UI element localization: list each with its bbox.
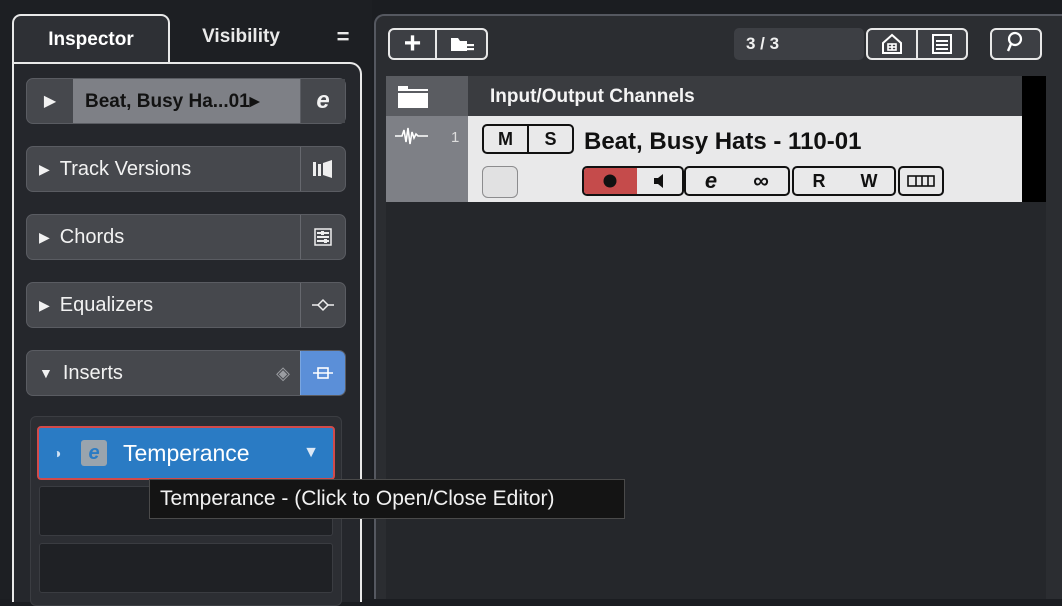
folder-track-name[interactable]: Input/Output Channels	[490, 86, 695, 108]
search-icon[interactable]	[1006, 31, 1026, 58]
automation-rw-group[interactable]: R W	[792, 166, 896, 196]
track-versions-icon[interactable]	[300, 147, 345, 191]
chevron-right-icon: ▶	[39, 296, 50, 313]
insert-plugin-name[interactable]: Temperance	[123, 440, 303, 467]
tab-visibility[interactable]: Visibility	[178, 14, 304, 60]
track-color-strip	[1022, 116, 1046, 202]
section-chords[interactable]: ▶ Chords	[26, 214, 346, 260]
record-monitor-group[interactable]	[582, 166, 684, 196]
play-icon[interactable]: ▶	[27, 79, 73, 123]
view-options-group[interactable]	[866, 28, 968, 60]
section-label: Inserts	[62, 361, 123, 384]
section-label: Track Versions	[59, 157, 192, 180]
inserts-status-icon: ◈	[276, 362, 290, 383]
project-icon[interactable]	[868, 30, 916, 58]
list-icon[interactable]	[918, 30, 966, 58]
equalizer-icon[interactable]	[300, 283, 345, 327]
track-counter: 3 / 3	[734, 28, 864, 60]
mute-solo-group[interactable]: M S	[482, 124, 574, 154]
write-automation-button[interactable]: W	[844, 168, 894, 194]
edit-instrument-button[interactable]: e	[300, 79, 345, 123]
mute-button[interactable]: M	[484, 126, 527, 152]
track-name[interactable]: Beat, Busy Hats - 110-01	[584, 128, 861, 156]
monitor-icon	[654, 174, 664, 188]
dropdown-arrow-icon[interactable]: ▼	[303, 444, 319, 462]
section-label: Equalizers	[59, 293, 154, 316]
insert-bypass-icon[interactable]: ◑	[53, 445, 75, 461]
folder-track-row[interactable]	[386, 76, 1022, 117]
waveform-icon	[395, 127, 428, 145]
section-label: Chords	[59, 225, 125, 248]
add-track-button[interactable]: +	[388, 27, 488, 61]
edit-channel-button[interactable]: e	[686, 168, 736, 194]
edit-plugin-button[interactable]: e	[81, 440, 107, 466]
lanes-icon	[907, 175, 935, 187]
solo-button[interactable]: S	[529, 126, 572, 152]
track-name-label: Beat, Busy Ha...01▸	[73, 79, 300, 123]
tooltip: Temperance - (Click to Open/Close Editor…	[149, 479, 625, 519]
monitor-button[interactable]	[637, 168, 682, 194]
read-automation-button[interactable]: R	[794, 168, 844, 194]
chords-icon[interactable]	[300, 215, 345, 259]
link-button[interactable]: ∞	[736, 168, 786, 194]
chevron-right-icon: ▶	[39, 228, 50, 245]
insert-slot-temperance[interactable]: ◑ e Temperance ▼	[37, 426, 335, 480]
section-inserts[interactable]: ▼ Inserts ◈	[26, 350, 346, 396]
track-name-section[interactable]: ▶ Beat, Busy Ha...01▸ e	[26, 78, 346, 124]
track-color-strip	[1022, 76, 1046, 116]
folder-track-header[interactable]	[386, 76, 468, 116]
track-number: 1	[451, 129, 460, 146]
search-button[interactable]	[990, 28, 1042, 60]
folder-add-icon[interactable]	[437, 34, 486, 54]
insert-slot-empty[interactable]	[39, 543, 333, 593]
plus-icon[interactable]: +	[390, 27, 435, 61]
lanes-button[interactable]	[898, 166, 944, 196]
chevron-right-icon: ▶	[39, 160, 50, 177]
chevron-down-icon: ▼	[39, 365, 53, 381]
tab-inspector[interactable]: Inspector	[12, 14, 170, 64]
inspector-menu-button[interactable]: =	[330, 14, 356, 60]
track-color-button[interactable]	[482, 166, 518, 198]
edit-link-group[interactable]: e ∞	[684, 166, 790, 196]
section-equalizers[interactable]: ▶ Equalizers	[26, 282, 346, 328]
section-track-versions[interactable]: ▶ Track Versions	[26, 146, 346, 192]
record-icon	[603, 174, 617, 188]
record-enable-button[interactable]	[584, 168, 637, 194]
inserts-bypass-button[interactable]	[300, 351, 345, 395]
folder-icon	[398, 86, 428, 108]
